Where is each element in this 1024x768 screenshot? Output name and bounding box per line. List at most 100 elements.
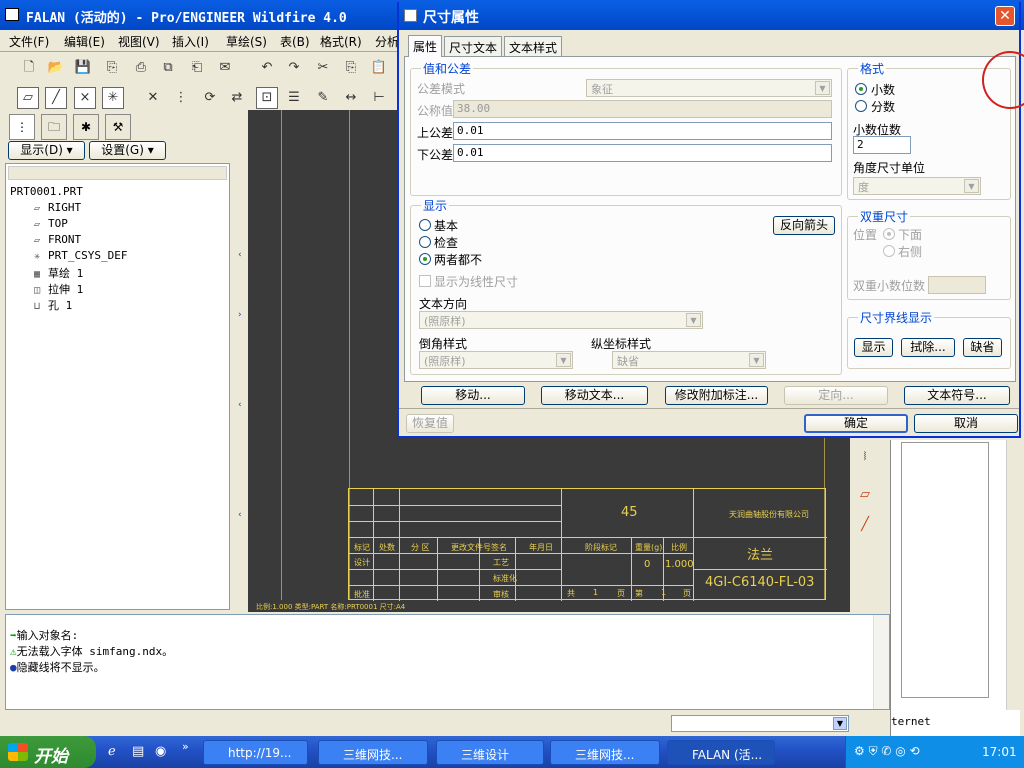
undo-icon[interactable]: ↶ — [256, 57, 278, 79]
datum-plane-tool-icon[interactable]: ▱ — [854, 484, 876, 506]
open-file-icon[interactable]: 📂 — [45, 57, 67, 79]
quicklaunch-expand-icon[interactable]: » — [182, 740, 189, 753]
tab-properties[interactable]: 属性 — [408, 35, 443, 57]
chamfer-style-select[interactable]: (照原样) ▼ — [419, 351, 573, 369]
menu-analysis[interactable]: 分析 — [375, 33, 399, 50]
witness-default-button[interactable]: 缺省 — [963, 338, 1002, 357]
axis-display-icon[interactable]: ╱ — [45, 87, 67, 109]
copy-icon[interactable]: ⎘ — [340, 57, 362, 79]
selection-filter-dropdown[interactable]: ▼ — [671, 715, 849, 732]
taskbar-item[interactable]: 三维网技... — [550, 740, 660, 765]
redo-icon[interactable]: ↷ — [283, 57, 305, 79]
quicklaunch-desktop-icon[interactable]: ▤ — [132, 744, 144, 759]
settings-dropdown-button[interactable]: 设置(G) ▾ — [89, 141, 166, 160]
menu-view[interactable]: 视图(V) — [118, 33, 160, 50]
taskbar-item-active[interactable]: FALAN (活... — [667, 740, 775, 765]
cut-icon[interactable]: ✂ — [312, 57, 334, 79]
delete-icon[interactable]: ✕ — [142, 87, 164, 109]
menu-file[interactable]: 文件(F) — [9, 33, 49, 50]
linear-dimension-checkbox[interactable] — [419, 275, 431, 287]
favorites-tab-icon[interactable]: ✱ — [73, 114, 99, 140]
message-scrollbar[interactable] — [873, 615, 889, 709]
menu-edit[interactable]: 编辑(E) — [64, 33, 105, 50]
menu-sketch[interactable]: 草绘(S) — [226, 33, 267, 50]
quicklaunch-ie-icon[interactable]: ℯ — [108, 744, 116, 759]
show-dropdown-button[interactable]: 显示(D) ▾ — [8, 141, 85, 160]
ordinate-style-select[interactable]: 缺省 ▼ — [612, 351, 766, 369]
lower-tolerance-field[interactable]: 0.01 — [453, 144, 832, 162]
regenerate-icon[interactable]: ⋮ — [170, 87, 192, 109]
navigator-sash[interactable]: ‹ › ‹ ‹ — [236, 110, 248, 612]
csys-display-icon[interactable]: ✳ — [102, 87, 124, 109]
paste-icon[interactable]: 📋 — [368, 57, 390, 79]
cancel-button[interactable]: 取消 — [914, 414, 1018, 433]
tree-node-top[interactable]: ▱ TOP — [30, 217, 68, 230]
upper-tolerance-field[interactable]: 0.01 — [453, 122, 832, 140]
dual-decimals-field[interactable] — [928, 276, 986, 294]
datum-axis-tool-icon[interactable]: ╱ — [854, 514, 876, 536]
menu-insert[interactable]: 插入(I) — [172, 33, 209, 50]
decimals-field[interactable]: 2 — [853, 136, 911, 154]
new-file-icon[interactable]: 🗋 — [18, 57, 40, 79]
inspect-radio[interactable] — [419, 236, 431, 248]
text-symbol-button[interactable]: 文本符号... — [904, 386, 1010, 405]
angle-unit-select[interactable]: 度 ▼ — [853, 177, 981, 195]
dual-right-radio[interactable] — [883, 245, 895, 257]
tree-node-hole[interactable]: ⊔ 孔 1 — [30, 297, 72, 313]
print-icon[interactable]: ⎙ — [130, 57, 152, 79]
nominal-value-field[interactable]: 38.00 — [453, 100, 832, 118]
quicklaunch-app-icon[interactable]: ◉ — [155, 744, 166, 759]
ordinate-icon[interactable]: ⊢ — [368, 87, 390, 109]
dialog-titlebar[interactable]: 尺寸属性 ✕ — [399, 2, 1019, 30]
tree-node-right[interactable]: ▱ RIGHT — [30, 201, 81, 214]
model-tree-tab-icon[interactable]: ⋮ — [9, 114, 35, 140]
witness-show-button[interactable]: 显示 — [854, 338, 893, 357]
tab-dimension-text[interactable]: 尺寸文本 — [444, 36, 503, 56]
save-icon[interactable]: 💾 — [72, 57, 94, 79]
close-icon[interactable]: ✕ — [995, 6, 1015, 26]
menu-format[interactable]: 格式(R) — [320, 33, 362, 50]
tree-node-sketch[interactable]: ▦ 草绘 1 — [30, 265, 83, 281]
start-button[interactable]: 开始 — [0, 736, 96, 768]
folder-browser-tab-icon[interactable]: 🗀 — [41, 114, 67, 140]
sketch-tool-icon[interactable]: ✎ — [312, 87, 334, 109]
basic-radio[interactable] — [419, 219, 431, 231]
refresh-icon[interactable]: ⟳ — [199, 87, 221, 109]
move-button[interactable]: 移动... — [421, 386, 525, 405]
table-icon[interactable]: ☰ — [283, 87, 305, 109]
orient-button[interactable]: 定向... — [784, 386, 888, 405]
tree-node-extrude[interactable]: ◫ 拉伸 1 — [30, 281, 83, 297]
text-orientation-select[interactable]: (照原样) ▼ — [419, 311, 703, 329]
point-display-icon[interactable]: × — [74, 87, 96, 109]
ok-button[interactable]: 确定 — [804, 414, 908, 433]
neither-radio[interactable] — [419, 253, 431, 265]
mirror-icon[interactable]: ⧘ — [854, 446, 876, 468]
taskbar-item[interactable]: 三维设计 — [436, 740, 544, 765]
taskbar-item[interactable]: 三维网技... — [318, 740, 428, 765]
embedded-browser[interactable]: ternet — [890, 440, 1020, 740]
save-copy-icon[interactable]: ⎘ — [101, 57, 123, 79]
dimension-icon[interactable]: ↔ — [340, 87, 362, 109]
witness-erase-button[interactable]: 拭除... — [901, 338, 955, 357]
menu-table[interactable]: 表(B) — [280, 33, 310, 50]
taskbar-item[interactable]: http://19... — [203, 740, 308, 765]
connections-tab-icon[interactable]: ⚒ — [105, 114, 131, 140]
flip-arrows-button[interactable]: 反向箭头 — [773, 216, 835, 235]
lock-view-icon[interactable]: ⊡ — [256, 87, 278, 109]
restore-values-button[interactable]: 恢复值 — [406, 414, 454, 433]
modify-attached-notes-button[interactable]: 修改附加标注... — [665, 386, 768, 405]
dual-below-radio[interactable] — [883, 228, 895, 240]
tree-node-csys[interactable]: ✳ PRT_CSYS_DEF — [30, 249, 128, 262]
print-preview-icon[interactable]: ⧉ — [157, 57, 179, 79]
send-mail-icon[interactable]: ✉ — [214, 57, 236, 79]
decimal-radio[interactable] — [855, 83, 867, 95]
move-item-icon[interactable]: ⇄ — [226, 87, 248, 109]
plane-display-icon[interactable]: ▱ — [17, 87, 39, 109]
tray-icons[interactable]: ⚙ ⛨ ✆ ◎ ⟲ — [854, 744, 920, 759]
tolerance-mode-select[interactable]: 象征 ▼ — [586, 79, 832, 97]
tab-text-style[interactable]: 文本样式 — [504, 36, 563, 56]
fraction-radio[interactable] — [855, 100, 867, 112]
move-text-button[interactable]: 移动文本... — [541, 386, 648, 405]
tree-node-root[interactable]: PRT0001.PRT — [10, 185, 83, 198]
tree-node-front[interactable]: ▱ FRONT — [30, 233, 81, 246]
